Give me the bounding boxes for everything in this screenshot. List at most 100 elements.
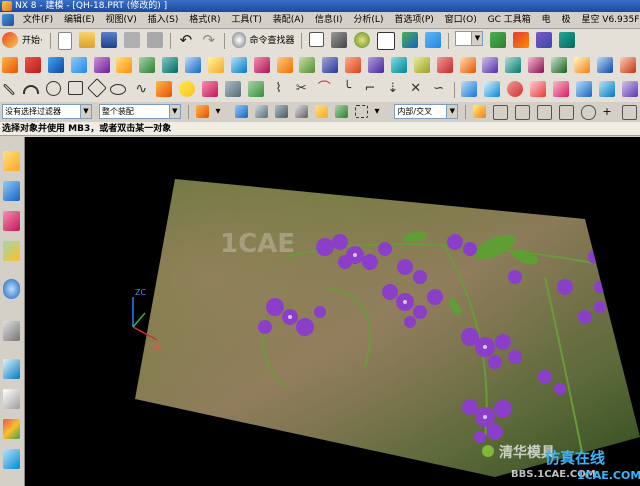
- n-sided-icon[interactable]: [575, 81, 592, 97]
- edge-blend-icon[interactable]: [253, 57, 270, 73]
- feature-selection-icon[interactable]: [235, 105, 249, 118]
- extrude-icon[interactable]: [24, 57, 41, 73]
- control-point-icon[interactable]: [536, 105, 552, 120]
- subtract-icon[interactable]: [528, 57, 545, 73]
- spline-icon[interactable]: ∿: [133, 81, 149, 97]
- info-icon[interactable]: [3, 279, 20, 299]
- menu-view[interactable]: 视图(V): [102, 12, 141, 28]
- replace-face-icon[interactable]: [573, 57, 590, 73]
- circle-icon[interactable]: [45, 81, 61, 96]
- arc-icon[interactable]: [22, 85, 39, 94]
- intersect-curve-icon[interactable]: ✕: [408, 81, 424, 97]
- orient-view-icon[interactable]: [401, 32, 418, 48]
- roles-icon[interactable]: [3, 449, 20, 469]
- start-button[interactable]: 开始·: [22, 33, 43, 49]
- menu-gc-toolbox[interactable]: GC 工具箱: [484, 12, 535, 28]
- divide-curve-icon[interactable]: ⌒: [316, 81, 332, 97]
- text-curve-icon[interactable]: [156, 81, 173, 97]
- process-studio-icon[interactable]: [3, 419, 20, 439]
- point-icon[interactable]: [179, 81, 195, 97]
- menu-insert[interactable]: 插入(S): [144, 12, 183, 28]
- chevron-down-icon[interactable]: ▾: [216, 105, 229, 118]
- reuse-library-icon[interactable]: [3, 321, 20, 341]
- rectangle-select-icon[interactable]: [354, 105, 368, 118]
- type-filter-select[interactable]: 没有选择过滤器 ▼: [2, 104, 92, 119]
- constraint-navigator-icon[interactable]: [3, 211, 20, 231]
- surface-icon[interactable]: [461, 81, 478, 97]
- line-icon[interactable]: [2, 83, 16, 96]
- undo-icon[interactable]: ↶: [178, 32, 194, 48]
- face-rule-icon[interactable]: [255, 105, 269, 118]
- shell-icon[interactable]: [299, 57, 316, 73]
- patch-icon[interactable]: [505, 57, 522, 73]
- save-icon[interactable]: [101, 32, 118, 48]
- intersect-icon[interactable]: [551, 57, 567, 73]
- split-body-icon[interactable]: [368, 57, 384, 73]
- system-materials-icon[interactable]: [3, 389, 20, 409]
- wcs-icon[interactable]: [513, 32, 530, 48]
- unite-icon[interactable]: [93, 57, 110, 73]
- menu-info[interactable]: 信息(I): [311, 12, 347, 28]
- menu-tools[interactable]: 工具(T): [227, 12, 266, 28]
- redo-icon[interactable]: ↷: [201, 32, 217, 48]
- trim-body-icon[interactable]: [345, 57, 362, 73]
- thicken-icon[interactable]: [459, 57, 476, 73]
- menu-electrode[interactable]: 电: [538, 12, 555, 28]
- sketch-icon[interactable]: [2, 57, 18, 73]
- arc-center-icon[interactable]: [580, 105, 596, 120]
- pattern-icon[interactable]: [413, 57, 430, 73]
- layer-select[interactable]: ▼: [455, 31, 484, 46]
- chamfer-icon[interactable]: [276, 57, 293, 73]
- shaded-sphere-icon[interactable]: [354, 32, 371, 48]
- cylinder-icon[interactable]: [70, 57, 87, 73]
- menu-analysis[interactable]: 分析(L): [349, 12, 387, 28]
- history-icon[interactable]: [3, 359, 20, 379]
- menu-assembly[interactable]: 装配(A): [269, 12, 308, 28]
- menu-xingkong[interactable]: 星空 V6.935F: [577, 12, 640, 28]
- menu-file[interactable]: 文件(F): [19, 12, 57, 28]
- ellipse-icon[interactable]: [110, 84, 127, 95]
- face-blend-icon[interactable]: [621, 81, 638, 97]
- hole-icon[interactable]: [116, 57, 133, 73]
- general-selection-icon[interactable]: [195, 105, 209, 118]
- crosshair-icon[interactable]: +: [602, 105, 615, 118]
- menu-format[interactable]: 格式(R): [185, 12, 224, 28]
- extension-icon[interactable]: [598, 81, 615, 97]
- paste-icon[interactable]: [147, 32, 164, 48]
- offset-face-icon[interactable]: [390, 57, 407, 73]
- analysis-icon[interactable]: [536, 32, 553, 48]
- render-style-icon[interactable]: [331, 32, 348, 48]
- fit-view-icon[interactable]: [309, 32, 325, 47]
- open-folder-icon[interactable]: [78, 32, 95, 48]
- pocket-icon[interactable]: [162, 57, 179, 73]
- point-set-icon[interactable]: [201, 81, 218, 97]
- helix-icon[interactable]: ⌇: [271, 81, 287, 97]
- body-rule-icon[interactable]: [295, 105, 308, 118]
- quadrant-point-icon[interactable]: [622, 105, 638, 120]
- command-finder-button[interactable]: 命令查找器: [250, 33, 295, 49]
- curve-rule-icon[interactable]: [275, 105, 289, 118]
- menu-edit[interactable]: 编辑(E): [60, 12, 99, 28]
- mid-point-icon[interactable]: [514, 105, 530, 120]
- ruled-icon[interactable]: [484, 81, 501, 97]
- cut-icon[interactable]: [124, 32, 141, 48]
- rectangle-icon[interactable]: [67, 81, 83, 95]
- delete-face-icon[interactable]: [619, 57, 636, 73]
- polygon-icon[interactable]: [86, 78, 107, 98]
- swept-icon[interactable]: [530, 81, 546, 97]
- new-file-icon[interactable]: [57, 32, 72, 50]
- pad-icon[interactable]: [185, 57, 201, 73]
- navigator-icon[interactable]: [3, 151, 20, 171]
- app-menu-icon[interactable]: [2, 14, 14, 26]
- groove-icon[interactable]: [230, 57, 247, 73]
- menu-preferences[interactable]: 首选项(P): [390, 12, 437, 28]
- snap-point-icon[interactable]: [473, 105, 487, 118]
- join-curve-icon[interactable]: ∽: [431, 81, 447, 97]
- menu-pole[interactable]: 极: [558, 12, 575, 28]
- intersect-mode-select[interactable]: 内部/交叉 ▼: [394, 104, 459, 119]
- block-icon[interactable]: [47, 57, 64, 73]
- offset-curve-icon[interactable]: [224, 81, 241, 97]
- intersection-point-icon[interactable]: [558, 105, 574, 120]
- chevron-down-icon[interactable]: ▾: [375, 105, 388, 118]
- menu-window[interactable]: 窗口(O): [441, 12, 481, 28]
